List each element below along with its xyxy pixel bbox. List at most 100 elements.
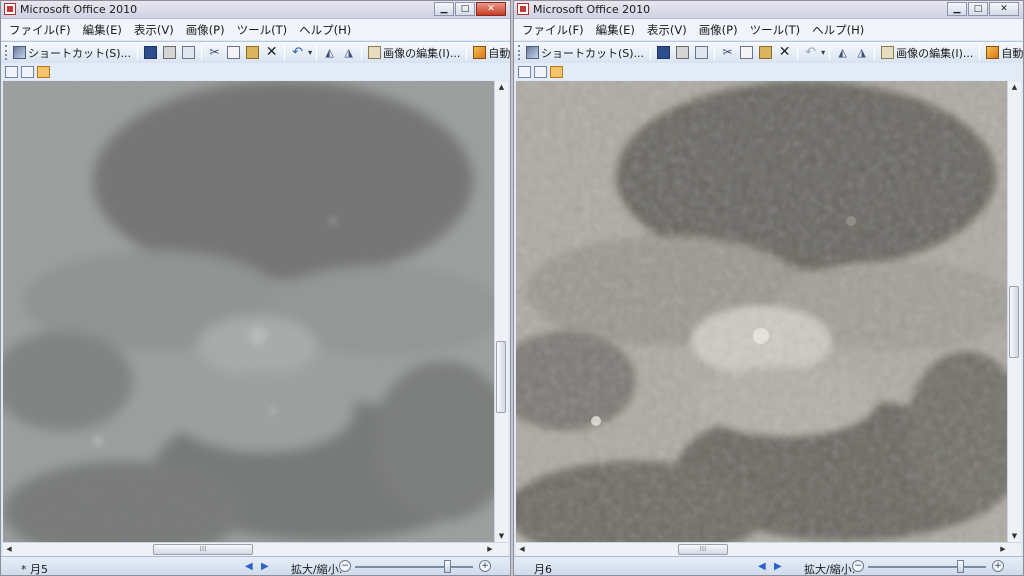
send-button[interactable] — [180, 44, 197, 61]
filmstrip-view-icon[interactable] — [21, 65, 34, 78]
vertical-scrollbar[interactable]: ▲ ▼ — [494, 81, 508, 542]
next-picture-icon[interactable]: ▶ — [774, 561, 782, 572]
menu-help[interactable]: ヘルプ(H) — [812, 22, 864, 38]
copy-button[interactable] — [225, 44, 242, 61]
picture-name: * 月5 — [21, 563, 48, 576]
undo-button[interactable]: ↶ — [289, 44, 306, 61]
delete-button[interactable]: ✕ — [263, 44, 280, 61]
zoom-out-icon[interactable]: − — [339, 560, 351, 572]
scroll-down-icon[interactable]: ▼ — [495, 530, 508, 542]
menu-bar: ファイル(F) 編集(E) 表示(V) 画像(P) ツール(T) ヘルプ(H) — [1, 19, 510, 40]
scroll-right-icon[interactable]: ▶ — [484, 543, 496, 556]
zoom-slider-knob[interactable] — [444, 560, 452, 573]
title-bar[interactable]: Microsoft Office 2010 ▁ □ ✕ — [514, 1, 1023, 19]
copy-button[interactable] — [738, 44, 755, 61]
thumbnail-view-icon[interactable] — [518, 65, 531, 78]
edit-image-icon — [368, 46, 382, 59]
edit-image-button[interactable]: 画像の編集(I)... — [366, 44, 462, 61]
toolbar-separator — [714, 45, 716, 60]
cut-icon: ✂ — [722, 45, 733, 59]
toolbar-grip[interactable] — [518, 45, 520, 60]
menu-help[interactable]: ヘルプ(H) — [299, 22, 351, 38]
zoom-slider-track[interactable] — [868, 566, 986, 568]
filmstrip-view-icon[interactable] — [534, 65, 547, 78]
save-button[interactable] — [655, 44, 672, 61]
scroll-left-icon[interactable]: ◀ — [516, 543, 528, 556]
print-icon — [676, 46, 690, 59]
single-picture-view-icon[interactable] — [550, 65, 563, 78]
rotate-left-button[interactable]: ◭ — [321, 44, 338, 61]
scroll-left-icon[interactable]: ◀ — [3, 543, 15, 556]
zoom-slider-knob[interactable] — [957, 560, 965, 573]
zoom-out-icon[interactable]: − — [852, 560, 864, 572]
menu-picture[interactable]: 画像(P) — [699, 22, 738, 38]
scroll-right-icon[interactable]: ▶ — [997, 543, 1009, 556]
copy-icon — [227, 46, 241, 59]
moon-surface-image — [3, 81, 497, 542]
paste-button[interactable] — [244, 44, 261, 61]
maximize-button[interactable]: □ — [455, 2, 475, 16]
shortcut-button[interactable]: ショートカット(S)... — [11, 44, 133, 61]
toolbar-separator — [979, 45, 981, 60]
zoom-slider-track[interactable] — [355, 566, 473, 568]
delete-button[interactable]: ✕ — [776, 44, 793, 61]
zoom-in-icon[interactable]: + — [992, 560, 1004, 572]
title-bar[interactable]: Microsoft Office 2010 ▁ □ ✕ — [1, 1, 510, 19]
cut-button[interactable]: ✂ — [206, 44, 223, 61]
auto-correct-button[interactable]: 自動修正(A) — [471, 44, 510, 61]
horizontal-scrollbar[interactable]: ◀ ⁞⁞⁞ ▶ — [3, 542, 508, 556]
thumbnail-view-icon[interactable] — [5, 65, 18, 78]
moon-surface-image — [516, 81, 1010, 542]
rotate-right-button[interactable]: ◮ — [340, 44, 357, 61]
picture-canvas[interactable] — [3, 81, 497, 542]
paste-button[interactable] — [757, 44, 774, 61]
single-picture-view-icon[interactable] — [37, 65, 50, 78]
toolbar-overflow-icon[interactable]: ▾ — [308, 48, 312, 57]
cut-button[interactable]: ✂ — [719, 44, 736, 61]
horizontal-scrollbar[interactable]: ◀ ⁞⁞⁞ ▶ — [516, 542, 1021, 556]
menu-tools[interactable]: ツール(T) — [750, 22, 801, 38]
print-button[interactable] — [674, 44, 691, 61]
menu-file[interactable]: ファイル(F) — [522, 22, 584, 38]
print-button[interactable] — [161, 44, 178, 61]
maximize-button[interactable]: □ — [968, 2, 988, 16]
menu-edit[interactable]: 編集(E) — [83, 22, 122, 38]
menu-file[interactable]: ファイル(F) — [9, 22, 71, 38]
toolbar-overflow-icon[interactable]: ▾ — [821, 48, 825, 57]
scroll-up-icon[interactable]: ▲ — [1008, 81, 1021, 93]
save-button[interactable] — [142, 44, 159, 61]
menu-view[interactable]: 表示(V) — [134, 22, 174, 38]
minimize-button[interactable]: ▁ — [947, 2, 967, 16]
auto-correct-button[interactable]: 自動修正(A) — [984, 44, 1023, 61]
status-bar: 月6 ◀ ▶ 拡大/縮小: − + — [514, 556, 1023, 576]
menu-view[interactable]: 表示(V) — [647, 22, 687, 38]
scroll-down-icon[interactable]: ▼ — [1008, 530, 1021, 542]
vertical-scrollbar[interactable]: ▲ ▼ — [1007, 81, 1021, 542]
toolbar-grip[interactable] — [5, 45, 7, 60]
send-button[interactable] — [693, 44, 710, 61]
menu-picture[interactable]: 画像(P) — [186, 22, 225, 38]
previous-picture-icon[interactable]: ◀ — [758, 561, 766, 572]
standard-toolbar: ショートカット(S)... ✂ ✕ ↶ ▾ ◭ ◮ 画像の編集(I)... 自動… — [1, 41, 510, 64]
next-picture-icon[interactable]: ▶ — [261, 561, 269, 572]
menu-tools[interactable]: ツール(T) — [237, 22, 288, 38]
vertical-scroll-thumb[interactable] — [496, 341, 506, 413]
shortcut-button[interactable]: ショートカット(S)... — [524, 44, 646, 61]
edit-image-button[interactable]: 画像の編集(I)... — [879, 44, 975, 61]
menu-edit[interactable]: 編集(E) — [596, 22, 635, 38]
zoom-in-icon[interactable]: + — [479, 560, 491, 572]
minimize-button[interactable]: ▁ — [434, 2, 454, 16]
toolbar-separator — [284, 45, 286, 60]
rotate-left-button[interactable]: ◭ — [834, 44, 851, 61]
horizontal-scroll-thumb[interactable]: ⁞⁞⁞ — [678, 544, 728, 555]
vertical-scroll-thumb[interactable] — [1009, 286, 1019, 358]
previous-picture-icon[interactable]: ◀ — [245, 561, 253, 572]
picture-canvas[interactable] — [516, 81, 1010, 542]
zoom-label: 拡大/縮小: — [804, 563, 856, 576]
scroll-up-icon[interactable]: ▲ — [495, 81, 508, 93]
rotate-right-button[interactable]: ◮ — [853, 44, 870, 61]
close-button[interactable]: ✕ — [476, 2, 506, 16]
close-button[interactable]: ✕ — [989, 2, 1019, 16]
horizontal-scroll-thumb[interactable]: ⁞⁞⁞ — [153, 544, 253, 555]
auto-correct-icon — [986, 46, 1000, 59]
